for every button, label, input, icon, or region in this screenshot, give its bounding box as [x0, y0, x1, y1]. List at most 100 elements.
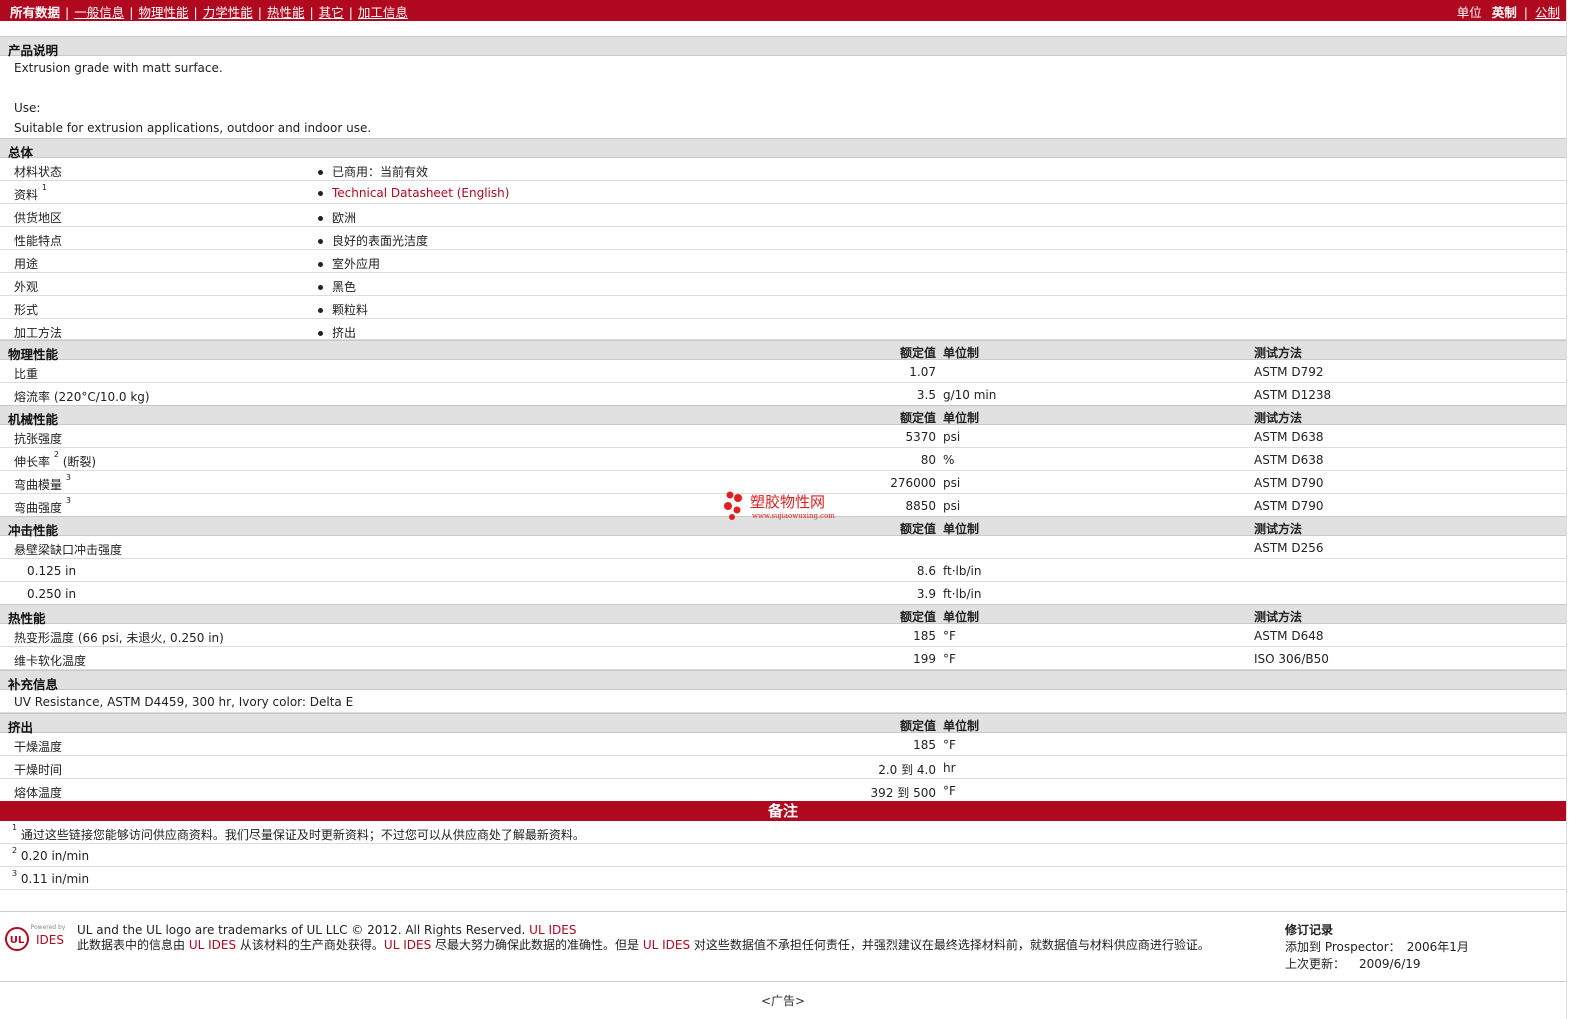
footnote-ref[interactable]: 2: [54, 450, 59, 459]
bullet-icon: [318, 216, 323, 221]
property-value: 3.5: [916, 388, 936, 402]
ul-ides-link[interactable]: UL IDES: [643, 938, 690, 952]
nav-item-other[interactable]: 其它: [319, 5, 344, 20]
bullet-value: 已商用：当前有效: [318, 163, 428, 180]
col-header-unit: 单位制: [943, 522, 980, 536]
property-name: 0.125 in: [27, 564, 77, 578]
footnote-number: 2: [12, 846, 18, 855]
bullet-icon: [318, 239, 323, 244]
property-value: 8.6: [916, 564, 936, 578]
ad-placeholder[interactable]: <广告>: [0, 992, 1566, 1009]
property-label: 伸长率 2 (断裂): [14, 450, 96, 470]
notes-header: 备注: [0, 801, 1566, 821]
impact-row: 0.250 in 3.9 ft·lb/in: [0, 582, 1566, 605]
ul-ides-link[interactable]: UL IDES: [384, 938, 431, 952]
supplement-row: UV Resistance, ASTM D4459, 300 hr, Ivory…: [0, 690, 1566, 713]
property-name: 伸长率: [14, 455, 51, 469]
svg-text:www.sujiaowuxing.com: www.sujiaowuxing.com: [752, 512, 835, 520]
property-label: 干燥时间: [14, 761, 62, 778]
test-method: ASTM D638: [1254, 430, 1324, 444]
property-name: 用途: [14, 257, 39, 271]
property-label: 比重: [14, 365, 38, 382]
nav-item-thermal[interactable]: 热性能: [267, 5, 305, 20]
col-header-unit: 单位制: [943, 719, 980, 733]
property-unit: %: [943, 453, 955, 467]
property-value: 199: [913, 652, 936, 666]
property-label: 熔流率 (220°C/10.0 kg): [14, 388, 150, 405]
bullet-icon: [318, 262, 323, 267]
bullet-value: Technical Datasheet (English): [318, 186, 509, 200]
bullet-value: 挤出: [318, 324, 356, 341]
general-row: 供货地区 欧洲: [0, 204, 1566, 227]
section-header-extrusion: 挤出 额定值 单位制: [0, 713, 1566, 735]
property-unit: °F: [943, 784, 956, 798]
footnote-text: 1 通过这些链接您能够访问供应商资料。我们尽量保证及时更新资料；不过您可以从供应…: [12, 823, 585, 843]
units-metric-link[interactable]: 公制: [1535, 5, 1560, 20]
col-header-value: 额定值: [899, 719, 936, 733]
section-header-description: 产品说明: [0, 36, 1566, 58]
nav-item-processing[interactable]: 加工信息: [358, 5, 408, 20]
ul-ides-logo[interactable]: UL Powered by IDES: [4, 922, 70, 956]
col-header-unit: 单位制: [943, 610, 980, 624]
nav-item-physical[interactable]: 物理性能: [138, 5, 188, 20]
property-label: 弯曲强度 3: [14, 496, 71, 516]
bullet-value: 颗粒料: [318, 301, 368, 318]
physical-row: 比重 1.07 ASTM D792: [0, 360, 1566, 383]
section-header-general: 总体: [0, 138, 1566, 160]
property-unit: °F: [943, 738, 956, 752]
extrusion-row: 熔体温度 392 到 500 °F: [0, 779, 1566, 802]
nav-item-general[interactable]: 一般信息: [74, 5, 124, 20]
extrusion-row: 干燥时间 2.0 到 4.0 hr: [0, 756, 1566, 779]
property-value: 3.9: [916, 587, 936, 601]
property-name: 维卡软化温度: [14, 654, 87, 668]
description-line-1: Extrusion grade with matt surface.: [14, 61, 223, 75]
footnote-body: 0.11 in/min: [20, 872, 90, 886]
col-header-method: 测试方法: [1254, 610, 1303, 624]
property-value: 挤出: [332, 326, 357, 340]
svg-text:UL: UL: [10, 935, 25, 946]
section-title: 产品说明: [8, 43, 59, 58]
property-unit: °F: [943, 629, 956, 643]
nav-item-all-data[interactable]: 所有数据: [10, 5, 60, 20]
footnote-ref[interactable]: 1: [42, 183, 47, 192]
property-unit: g/10 min: [943, 388, 997, 402]
property-label: 加工方法: [14, 324, 62, 341]
footer-divider: [0, 911, 1566, 912]
property-name: 干燥时间: [14, 763, 63, 777]
right-scrollbar[interactable]: [1566, 0, 1582, 1019]
property-label: 资料 1: [14, 183, 47, 203]
extrusion-row: 干燥温度 185 °F: [0, 733, 1566, 756]
footnote-ref[interactable]: 3: [66, 473, 71, 482]
ul-ides-link[interactable]: UL IDES: [529, 923, 576, 937]
ul-ides-link[interactable]: UL IDES: [189, 938, 236, 952]
general-row: 加工方法 挤出: [0, 319, 1566, 340]
property-label: 弯曲模量 3: [14, 473, 71, 493]
physical-row: 熔流率 (220°C/10.0 kg) 3.5 g/10 min ASTM D1238: [0, 383, 1566, 406]
property-label: 供货地区: [14, 209, 62, 226]
col-header-unit: 单位制: [943, 346, 980, 360]
units-label: 单位: [1456, 5, 1482, 20]
revision-added-label: 添加到 Prospector：: [1285, 940, 1401, 954]
test-method: ASTM D790: [1254, 476, 1324, 490]
property-name: 加工方法: [14, 326, 63, 340]
property-unit: psi: [943, 499, 961, 513]
property-name: 弯曲强度: [14, 501, 63, 515]
property-name: 干燥温度: [14, 740, 63, 754]
test-method: ASTM D790: [1254, 499, 1324, 513]
property-value: 80: [920, 453, 936, 467]
nav-item-mechanical[interactable]: 力学性能: [203, 5, 253, 20]
bullet-icon: [318, 285, 323, 290]
revision-title: 修订记录: [1285, 923, 1334, 937]
col-header-value: 额定值: [899, 610, 936, 624]
mechanical-row: 抗张强度 5370 psi ASTM D638: [0, 425, 1566, 448]
property-label: 热变形温度 (66 psi, 未退火, 0.250 in): [14, 629, 224, 646]
datasheet-link[interactable]: Technical Datasheet (English): [332, 186, 509, 200]
property-name: 性能特点: [14, 234, 63, 248]
section-header-mechanical: 机械性能 额定值 单位制 测试方法: [0, 405, 1566, 427]
footnote-row: 1 通过这些链接您能够访问供应商资料。我们尽量保证及时更新资料；不过您可以从供应…: [0, 821, 1566, 844]
property-value: 欧洲: [332, 211, 357, 225]
footnote-ref[interactable]: 3: [66, 496, 71, 505]
property-name: 熔流率 (220°C/10.0 kg): [14, 390, 150, 404]
property-label: 0.250 in: [27, 587, 76, 601]
general-row: 用途 室外应用: [0, 250, 1566, 273]
